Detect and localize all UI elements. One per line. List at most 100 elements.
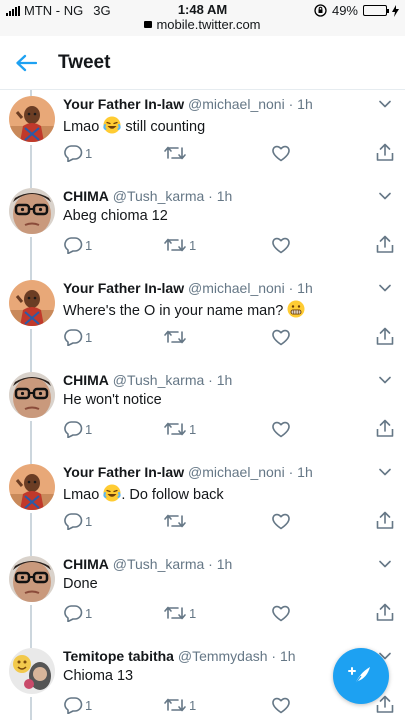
tweet-header: CHIMA @Tush_karma · 1h — [63, 556, 365, 572]
user-handle[interactable]: @Tush_karma — [113, 556, 205, 572]
display-name[interactable]: Your Father In-law — [63, 280, 184, 296]
like-button[interactable] — [271, 142, 291, 164]
reply-icon — [63, 328, 83, 346]
share-button[interactable] — [375, 141, 395, 163]
tweet[interactable]: CHIMA @Tush_karma · 1h Abeg chioma 12 1 1 — [0, 182, 405, 274]
share-icon — [375, 510, 395, 530]
tweet-actions: 1 — [63, 142, 398, 164]
compose-tweet-button[interactable] — [333, 648, 389, 704]
reply-button[interactable]: 1 — [63, 326, 92, 348]
reply-button[interactable]: 1 — [63, 694, 92, 716]
reply-icon — [63, 512, 83, 530]
avatar-glasses[interactable] — [9, 188, 55, 234]
display-name[interactable]: Your Father In-law — [63, 464, 184, 480]
reply-count: 1 — [85, 605, 93, 621]
retweet-button[interactable]: 1 — [163, 694, 196, 716]
share-icon — [375, 418, 395, 438]
retweet-button[interactable]: 1 — [163, 602, 196, 624]
share-button[interactable] — [375, 325, 395, 347]
avatar-baby[interactable] — [9, 280, 55, 326]
tweet-menu-caret-icon[interactable] — [377, 188, 393, 204]
reply-count: 1 — [85, 237, 93, 253]
lock-icon — [144, 21, 153, 28]
user-handle[interactable]: @Tush_karma — [113, 372, 205, 388]
share-button[interactable] — [375, 233, 395, 255]
user-handle[interactable]: @Tush_karma — [113, 188, 205, 204]
tweet-text: Lmao still counting — [63, 116, 205, 135]
tweet[interactable]: CHIMA @Tush_karma · 1h He won't notice 1 1 — [0, 366, 405, 458]
tweet-header: Temitope tabitha @Temmydash · 1h — [63, 648, 365, 664]
tweet-time[interactable]: 1h — [217, 372, 233, 388]
retweet-button[interactable] — [163, 510, 189, 532]
display-name[interactable]: CHIMA — [63, 372, 109, 388]
retweet-icon — [163, 604, 187, 622]
retweet-button[interactable]: 1 — [163, 418, 196, 440]
avatar-baby[interactable] — [9, 464, 55, 510]
tweet-time[interactable]: 1h — [217, 556, 233, 572]
retweet-count: 1 — [189, 421, 197, 437]
share-icon — [375, 326, 395, 346]
avatar-baby[interactable] — [9, 96, 55, 142]
reply-button[interactable]: 1 — [63, 142, 92, 164]
display-name[interactable]: Your Father In-law — [63, 96, 184, 112]
avatar-glasses[interactable] — [9, 372, 55, 418]
tweet-menu-caret-icon[interactable] — [377, 96, 393, 112]
user-handle[interactable]: @Temmydash — [178, 648, 268, 664]
reply-button[interactable]: 1 — [63, 510, 92, 532]
retweet-button[interactable] — [163, 142, 189, 164]
tweet-time[interactable]: 1h — [297, 464, 313, 480]
share-button[interactable] — [375, 509, 395, 531]
user-handle[interactable]: @michael_noni — [188, 96, 285, 112]
share-icon — [375, 142, 395, 162]
url-text: mobile.twitter.com — [156, 17, 261, 32]
tweet-time[interactable]: 1h — [297, 96, 313, 112]
meta-separator: · — [284, 280, 298, 296]
like-button[interactable] — [271, 326, 291, 348]
reply-button[interactable]: 1 — [63, 234, 92, 256]
like-button[interactable] — [271, 418, 291, 440]
retweet-button[interactable] — [163, 326, 189, 348]
reply-button[interactable]: 1 — [63, 418, 92, 440]
thread-line — [30, 145, 32, 182]
tweet-text: Abeg chioma 12 — [63, 208, 168, 224]
tweet-time[interactable]: 1h — [280, 648, 296, 664]
reply-count: 1 — [85, 329, 93, 345]
tweet-menu-caret-icon[interactable] — [377, 556, 393, 572]
tweet-actions: 1 — [63, 510, 398, 532]
like-button[interactable] — [271, 234, 291, 256]
reply-count: 1 — [85, 513, 93, 529]
avatar-stickers[interactable] — [9, 648, 55, 694]
reply-button[interactable]: 1 — [63, 602, 92, 624]
retweet-button[interactable]: 1 — [163, 234, 196, 256]
display-name[interactable]: CHIMA — [63, 556, 109, 572]
share-button[interactable] — [375, 601, 395, 623]
share-button[interactable] — [375, 417, 395, 439]
tweet[interactable]: Your Father In-law @michael_noni · 1h Lma… — [0, 458, 405, 550]
tweet-menu-caret-icon[interactable] — [377, 280, 393, 296]
avatar-glasses[interactable] — [9, 556, 55, 602]
address-bar[interactable]: mobile.twitter.com — [0, 17, 405, 32]
back-button[interactable] — [0, 36, 52, 90]
tweet-menu-caret-icon[interactable] — [377, 372, 393, 388]
tweet-time[interactable]: 1h — [217, 188, 233, 204]
user-handle[interactable]: @michael_noni — [188, 280, 285, 296]
tweet[interactable]: CHIMA @Tush_karma · 1h Done 1 1 — [0, 550, 405, 642]
like-button[interactable] — [271, 694, 291, 716]
like-button[interactable] — [271, 602, 291, 624]
tweet-text-part: still counting — [121, 119, 206, 135]
retweet-count: 1 — [189, 697, 197, 713]
tweet-thread[interactable]: Your Father In-law @michael_noni · 1h Lma… — [0, 90, 405, 720]
grimace-emoji — [287, 300, 305, 319]
like-button[interactable] — [271, 510, 291, 532]
display-name[interactable]: CHIMA — [63, 188, 109, 204]
status-right: 49% — [314, 3, 399, 18]
tweet-text: Lmao . Do follow back — [63, 484, 224, 503]
tweet[interactable]: Your Father In-law @michael_noni · 1h Lma… — [0, 90, 405, 182]
display-name[interactable]: Temitope tabitha — [63, 648, 174, 664]
tweet-time[interactable]: 1h — [297, 280, 313, 296]
retweet-count: 1 — [189, 605, 197, 621]
charging-bolt-icon — [392, 4, 399, 17]
user-handle[interactable]: @michael_noni — [188, 464, 285, 480]
tweet[interactable]: Your Father In-law @michael_noni · 1h Whe… — [0, 274, 405, 366]
tweet-menu-caret-icon[interactable] — [377, 464, 393, 480]
